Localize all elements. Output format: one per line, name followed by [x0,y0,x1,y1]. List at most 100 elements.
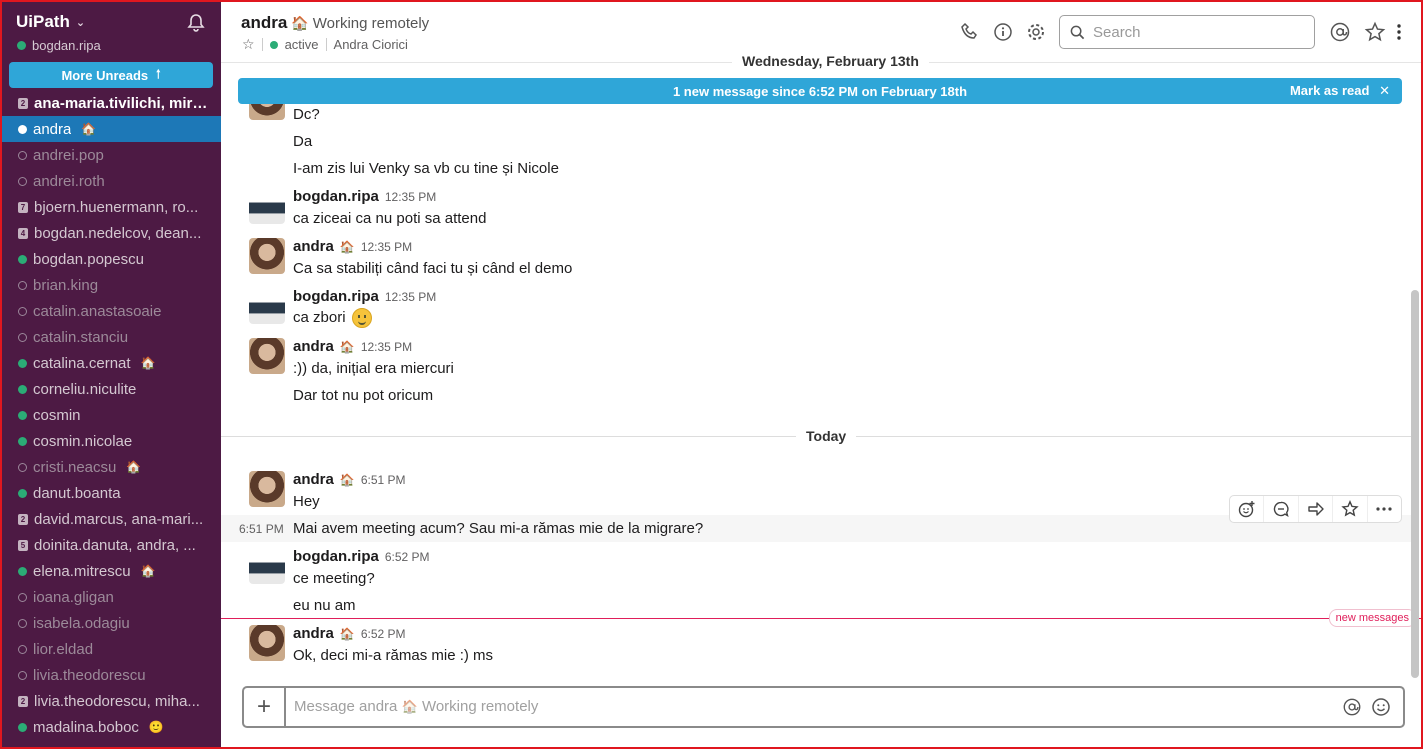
sidebar-item[interactable]: 2 david.marcus, ana-mari... [2,506,221,532]
gear-icon[interactable] [1024,20,1048,44]
sidebar-item[interactable]: catalin.anastasoaie [2,298,221,324]
group-count-badge: 2 [18,695,28,707]
close-icon: ✕ [1379,83,1390,98]
info-icon[interactable] [991,20,1015,44]
message-text: eu nu am [293,597,356,614]
search-input[interactable]: Search [1059,15,1315,49]
message-author[interactable]: bogdan.ripa 12:35 PM [293,188,436,205]
message-timestamp[interactable]: 12:35 PM [385,290,436,304]
avatar[interactable] [249,288,285,324]
star-icon[interactable] [1333,496,1368,522]
away-status-icon [18,306,27,316]
message-timestamp[interactable]: 12:35 PM [361,240,412,254]
house-icon: 🏠 [401,699,418,714]
sidebar-item[interactable]: madalina.boboc 🙂 [2,714,221,740]
message-author[interactable]: bogdan.ripa 6:52 PM [293,548,430,565]
message-timestamp[interactable]: 12:35 PM [361,340,412,354]
message-timestamp[interactable]: 12:35 PM [385,190,436,204]
sidebar-item[interactable]: bogdan.popescu [2,246,221,272]
sidebar-item[interactable]: cosmin [2,402,221,428]
phone-icon[interactable] [958,20,982,44]
avatar[interactable] [249,338,285,374]
away-status-icon [18,618,27,628]
sidebar-item[interactable]: brian.king [2,272,221,298]
current-user-name: bogdan.ripa [32,38,101,53]
start-thread-icon[interactable] [1264,496,1299,522]
sidebar-item[interactable]: 7 bjoern.huenermann, ro... [2,194,221,220]
message-text: Dar tot nu pot oricum [293,387,434,404]
sidebar-item[interactable]: andra 🏠 [2,116,221,142]
sidebar-item-label: cosmin.nicolae [33,432,133,450]
online-status-icon [18,254,27,264]
workspace-switcher[interactable]: UiPath ⌄ [16,12,85,32]
channel-title[interactable]: andra 🏠 Working remotely [241,13,429,33]
message-composer[interactable]: + Message andra 🏠 Working remotely [242,686,1405,728]
add-reaction-icon[interactable] [1230,496,1265,522]
author-name: andra [293,238,334,255]
author-name: bogdan.ripa [293,288,379,305]
message-scrollbar[interactable] [1411,290,1419,678]
message-author[interactable]: andra 🏠 12:35 PM [293,238,412,255]
message-list: Dc? Da I-am zis lui Venky sa vb cu tine … [221,84,1421,682]
online-status-icon [17,41,26,50]
arrow-up-icon: 🠑 [156,66,161,81]
search-icon [1070,25,1085,39]
avatar[interactable] [249,188,285,224]
mark-as-read-label: Mark as read [1289,83,1370,98]
avatar[interactable] [249,548,285,584]
current-user[interactable]: bogdan.ripa [17,38,101,53]
bell-icon[interactable] [185,12,207,34]
mark-as-read-button[interactable]: Mark as read ✕ [1290,83,1390,99]
message-text: Ca sa stabiliți când faci tu și când el … [293,260,573,277]
sidebar-item[interactable]: danut.boanta [2,480,221,506]
more-unreads-button[interactable]: More Unreads 🠑 [9,62,213,88]
sidebar-item[interactable]: 5 doinita.danuta, andra, ... [2,532,221,558]
sidebar-item[interactable]: cristi.neacsu 🏠 [2,454,221,480]
house-icon: 🏠 [339,239,355,254]
new-messages-banner[interactable]: 1 new message since 6:52 PM on February … [238,78,1402,104]
share-message-icon[interactable] [1299,496,1334,522]
message-text-content: ca zbori [293,308,346,326]
message-author[interactable]: andra 🏠 12:35 PM [293,338,412,355]
sidebar-item[interactable]: corneliu.niculite [2,376,221,402]
sidebar-item[interactable]: ioana.gligan [2,584,221,610]
message-author[interactable]: andra 🏠 6:52 PM [293,625,406,642]
full-name: Andra Ciorici [333,37,408,52]
mentions-icon[interactable] [1328,20,1352,44]
sidebar-item[interactable]: catalin.stanciu [2,324,221,350]
avatar[interactable] [249,471,285,507]
avatar[interactable] [249,238,285,274]
message-author[interactable]: andra 🏠 6:51 PM [293,471,406,488]
sidebar-item[interactable]: cosmin.nicolae [2,428,221,454]
starred-items-icon[interactable] [1363,20,1387,44]
composer-placeholder-prefix: Message andra [294,698,398,715]
sidebar-item[interactable]: livia.theodorescu [2,662,221,688]
message-timestamp[interactable]: 6:51 PM [239,522,284,536]
message-author[interactable]: bogdan.ripa 12:35 PM [293,288,436,305]
sidebar-item[interactable]: marius [2,740,221,748]
sidebar-item[interactable]: lior.eldad [2,636,221,662]
sidebar-item[interactable]: elena.mitrescu 🏠 [2,558,221,584]
message-text: Da [293,133,313,150]
sidebar-item[interactable]: 2 livia.theodorescu, miha... [2,688,221,714]
sidebar-item[interactable]: 4 bogdan.nedelcov, dean... [2,220,221,246]
more-actions-icon[interactable] [1368,496,1401,522]
attach-plus-button[interactable]: + [244,688,286,726]
online-status-icon [18,124,27,134]
message-timestamp[interactable]: 6:51 PM [361,473,406,487]
sidebar-item[interactable]: catalina.cernat 🏠 [2,350,221,376]
more-options-icon[interactable] [1391,20,1407,44]
message-timestamp[interactable]: 6:52 PM [361,627,406,641]
presence-label: active [284,37,319,52]
message-timestamp[interactable]: 6:52 PM [385,550,430,564]
sidebar-item[interactable]: 2 ana-maria.tivilichi, mirc... [2,90,221,116]
avatar[interactable] [249,625,285,661]
emoji-picker-icon[interactable] [1370,696,1392,718]
sidebar-item[interactable]: andrei.pop [2,142,221,168]
message-text: I-am zis lui Venky sa vb cu tine și Nico… [293,160,559,177]
star-icon[interactable]: ☆ [242,36,255,53]
sidebar-item[interactable]: andrei.roth [2,168,221,194]
mention-icon[interactable] [1341,696,1363,718]
house-icon: 🏠 [291,14,309,31]
sidebar-item[interactable]: isabela.odagiu [2,610,221,636]
